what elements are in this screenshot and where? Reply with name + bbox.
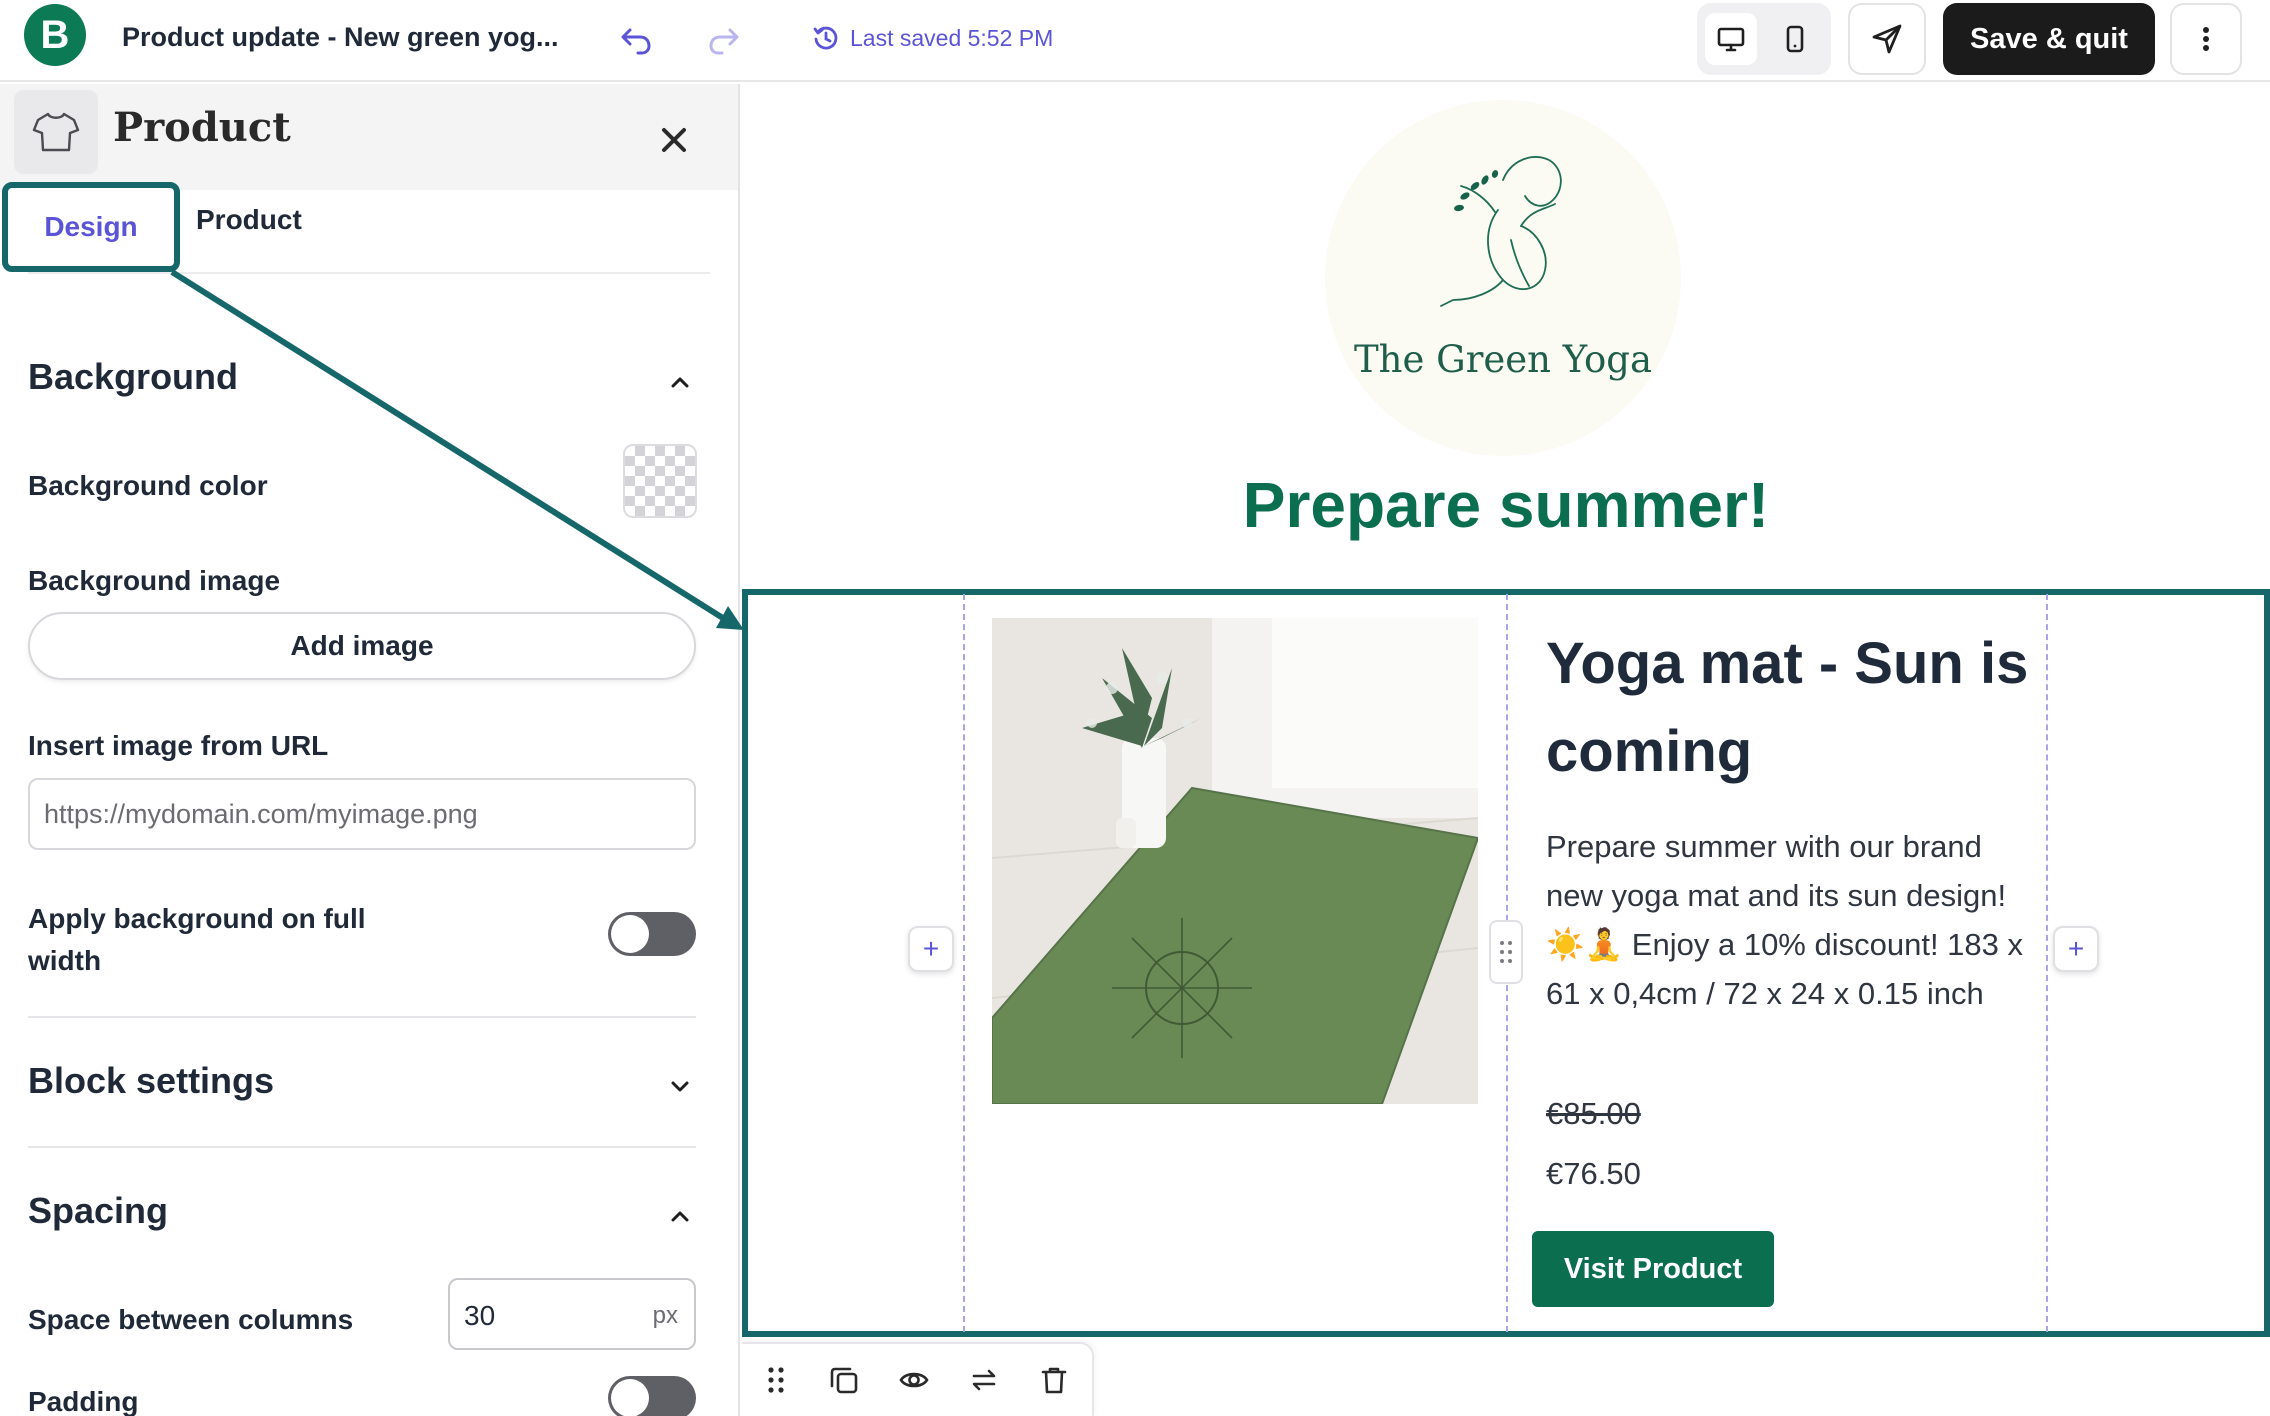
column-guide — [2046, 594, 2048, 1332]
document-title[interactable]: Product update - New green yog... — [122, 22, 559, 53]
last-saved-status[interactable]: Last saved 5:52 PM — [812, 24, 1053, 52]
delete-block-button[interactable] — [1034, 1360, 1074, 1400]
product-title[interactable]: Yoga mat - Sun is coming — [1546, 620, 2046, 796]
background-section-title[interactable]: Background — [28, 356, 238, 398]
brand-logo-image[interactable]: The Green Yoga — [1325, 100, 1681, 456]
block-settings-section-title[interactable]: Block settings — [28, 1060, 274, 1102]
padding-label: Padding — [28, 1386, 139, 1416]
block-toolbar — [742, 1342, 1094, 1416]
top-bar: B Product update - New green yog... Last… — [0, 0, 2270, 82]
product-image[interactable] — [992, 618, 1478, 1104]
device-preview-toggle — [1697, 3, 1831, 75]
add-column-right-button[interactable]: + — [2053, 926, 2099, 972]
swap-block-button[interactable] — [964, 1360, 1004, 1400]
background-image-label: Background image — [28, 565, 281, 596]
duplicate-icon — [830, 1367, 858, 1394]
mobile-view-button[interactable] — [1769, 13, 1821, 65]
close-panel-button[interactable] — [654, 120, 694, 160]
space-between-columns-value: 30 — [464, 1300, 496, 1331]
tab-product[interactable]: Product — [196, 204, 302, 236]
product-block-badge — [14, 90, 98, 174]
brand-name: The Green Yoga — [1353, 338, 1653, 381]
space-between-columns-input[interactable]: 30 px — [448, 1278, 696, 1350]
toggle-visibility-button[interactable] — [894, 1360, 934, 1400]
image-url-input[interactable] — [28, 778, 696, 850]
send-test-button[interactable] — [1848, 3, 1926, 75]
column-resize-handle[interactable] — [1489, 920, 1523, 984]
chevron-up-icon[interactable] — [666, 368, 694, 396]
redo-button[interactable] — [704, 20, 744, 60]
section-divider — [28, 1016, 696, 1018]
shirt-icon — [32, 112, 80, 152]
desktop-icon — [1717, 27, 1745, 52]
product-old-price[interactable]: €85.00 — [1546, 1096, 1641, 1132]
tabs-divider — [28, 272, 710, 274]
panel-title: Product — [113, 104, 291, 151]
space-between-columns-label: Space between columns — [28, 1304, 354, 1335]
desktop-view-button[interactable] — [1705, 13, 1757, 65]
last-saved-text: Last saved 5:52 PM — [850, 24, 1054, 51]
more-vertical-icon — [2203, 27, 2209, 51]
close-icon — [662, 128, 686, 152]
save-quit-button[interactable]: Save & quit — [1943, 3, 2155, 75]
add-column-left-button[interactable]: + — [908, 926, 954, 972]
send-icon — [1872, 24, 1902, 54]
image-url-label: Insert image from URL — [28, 730, 329, 761]
column-guide — [963, 594, 965, 1332]
swap-icon — [972, 1369, 996, 1391]
product-new-price[interactable]: €76.50 — [1546, 1156, 1641, 1192]
panel-header: Product — [0, 84, 738, 190]
more-options-button[interactable] — [2170, 3, 2242, 75]
redo-icon — [709, 28, 739, 55]
spacing-section-title[interactable]: Spacing — [28, 1190, 168, 1232]
trash-icon — [1041, 1367, 1067, 1394]
full-width-toggle[interactable] — [608, 912, 696, 956]
full-width-label: Apply background on full width — [28, 903, 366, 976]
yoga-logo-art — [1440, 156, 1562, 307]
chevron-down-icon[interactable] — [666, 1072, 694, 1100]
padding-toggle[interactable] — [608, 1376, 696, 1416]
tab-design[interactable]: Design — [2, 182, 180, 272]
unit-label: px — [652, 1302, 678, 1329]
brand-logo[interactable]: B — [24, 4, 86, 66]
yoga-mat-photo — [992, 618, 1478, 1104]
headline[interactable]: Prepare summer! — [742, 468, 2270, 542]
drag-icon — [768, 1367, 784, 1393]
chevron-up-icon[interactable] — [666, 1202, 694, 1230]
section-divider — [28, 1146, 696, 1148]
background-color-swatch[interactable] — [623, 444, 697, 518]
background-color-label: Background color — [28, 470, 268, 501]
product-description[interactable]: Prepare summer with our brand new yoga m… — [1546, 822, 2026, 1018]
visit-product-button[interactable]: Visit Product — [1532, 1231, 1774, 1307]
duplicate-block-button[interactable] — [824, 1360, 864, 1400]
add-image-button[interactable]: Add image — [28, 612, 696, 680]
drag-icon — [1500, 941, 1512, 963]
block-settings-panel: Product Design Product Background Backgr… — [0, 84, 740, 1416]
undo-icon — [621, 28, 651, 55]
history-icon — [813, 26, 838, 50]
undo-button[interactable] — [616, 20, 656, 60]
move-block-button[interactable] — [756, 1360, 796, 1400]
eye-icon — [899, 1372, 929, 1388]
email-canvas: The Green Yoga Prepare summer! + + Yoga … — [742, 84, 2270, 1416]
mobile-icon — [1786, 25, 1804, 53]
